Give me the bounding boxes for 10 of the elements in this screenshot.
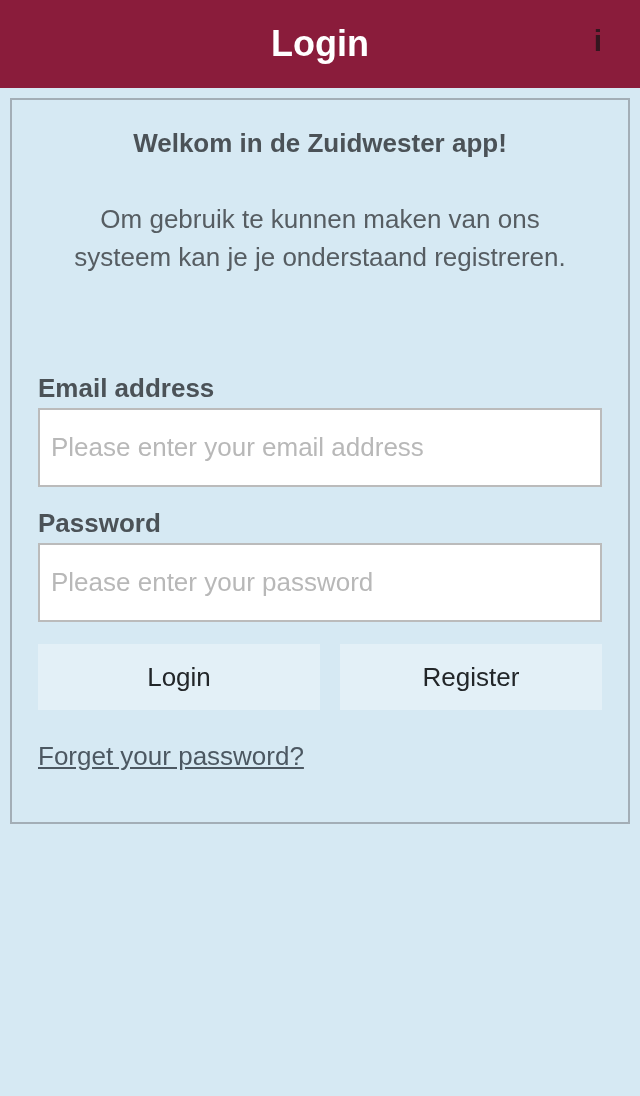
welcome-text: Om gebruik te kunnen maken van ons systeem kan je je onderstaand registreren.	[73, 203, 567, 274]
register-button[interactable]: Register	[340, 644, 602, 710]
password-field[interactable]: Please enter your password	[38, 543, 602, 622]
login-button[interactable]: Login	[38, 644, 320, 710]
welcome-heading: Welkom in de Zuidwester app!	[132, 127, 508, 160]
field-label: Email address	[38, 372, 215, 404]
page-title: Login	[271, 26, 369, 62]
field-label: Password	[38, 507, 161, 539]
forgot-password-link[interactable]: Forget your password?	[38, 740, 304, 772]
email-field[interactable]: Please enter your email address	[38, 408, 602, 487]
